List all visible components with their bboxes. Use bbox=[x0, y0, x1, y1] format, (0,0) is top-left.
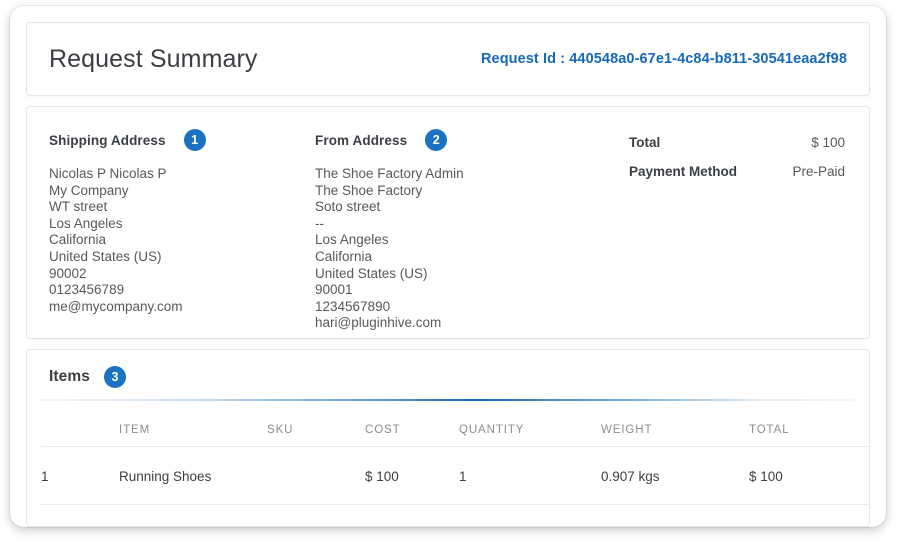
address-line: Los Angeles bbox=[315, 232, 389, 248]
items-header: Items 3 bbox=[27, 350, 869, 388]
address-line: Soto street bbox=[315, 199, 381, 215]
column-header-index bbox=[41, 401, 119, 447]
payment-method-value: Pre-Paid bbox=[792, 164, 845, 179]
column-header-cost: COST bbox=[365, 401, 459, 447]
column-header-sku: SKU bbox=[267, 401, 365, 447]
address-line: United States (US) bbox=[315, 265, 428, 281]
items-table-wrapper: ITEM SKU COST QUANTITY WEIGHT TOTAL 1 Ru… bbox=[27, 401, 869, 505]
address-line: 90002 bbox=[49, 265, 87, 281]
order-summary-block: Total $ 100 Payment Method Pre-Paid bbox=[615, 129, 847, 338]
shipping-address-header: Shipping Address 1 bbox=[49, 129, 315, 151]
request-id-label: Request Id : 440548a0-67e1-4c84-b811-305… bbox=[480, 51, 847, 67]
address-line-email: hari@pluginhive.com bbox=[315, 315, 442, 331]
address-line: 0123456789 bbox=[49, 282, 125, 298]
address-line: California bbox=[315, 248, 373, 264]
address-line: Nicolas P Nicolas P bbox=[49, 166, 167, 181]
address-line: 1234567890 bbox=[315, 298, 391, 314]
table-row: 1 Running Shoes $ 100 1 0.907 kgs $ 100 bbox=[41, 446, 869, 505]
cell-cost: $ 100 bbox=[365, 446, 459, 505]
request-summary-card: Request Summary Request Id : 440548a0-67… bbox=[10, 6, 886, 527]
column-header-item: ITEM bbox=[119, 401, 267, 447]
from-address-lines: The Shoe Factory Admin The Shoe Factory … bbox=[315, 166, 615, 332]
address-line: My Company bbox=[49, 182, 129, 198]
column-header-total: TOTAL bbox=[749, 401, 869, 447]
items-table: ITEM SKU COST QUANTITY WEIGHT TOTAL 1 Ru… bbox=[41, 401, 869, 505]
page-title: Request Summary bbox=[49, 44, 258, 73]
address-line: The Shoe Factory Admin bbox=[315, 166, 464, 181]
cell-quantity: 1 bbox=[459, 446, 601, 505]
address-line: United States (US) bbox=[49, 248, 162, 264]
items-table-header-row: ITEM SKU COST QUANTITY WEIGHT TOTAL bbox=[41, 401, 869, 447]
address-line: Los Angeles bbox=[49, 215, 123, 231]
address-panel: Shipping Address 1 Nicolas P Nicolas P M… bbox=[26, 106, 870, 339]
header-panel: Request Summary Request Id : 440548a0-67… bbox=[26, 22, 870, 96]
total-label: Total bbox=[629, 135, 661, 150]
shipping-address-block: Shipping Address 1 Nicolas P Nicolas P M… bbox=[49, 129, 315, 338]
address-line: -- bbox=[315, 215, 324, 231]
shipping-address-lines: Nicolas P Nicolas P My Company WT street… bbox=[49, 166, 315, 315]
step-badge-2: 2 bbox=[425, 129, 448, 151]
summary-row-total: Total $ 100 bbox=[629, 135, 847, 150]
summary-row-payment-method: Payment Method Pre-Paid bbox=[629, 164, 847, 179]
from-address-header: From Address 2 bbox=[315, 129, 615, 151]
page-root: Request Summary Request Id : 440548a0-67… bbox=[0, 0, 900, 541]
address-line: California bbox=[49, 232, 107, 248]
address-line: WT street bbox=[49, 199, 108, 215]
shipping-address-heading: Shipping Address bbox=[49, 132, 166, 148]
address-line: The Shoe Factory bbox=[315, 182, 423, 198]
column-header-weight: WEIGHT bbox=[601, 401, 749, 447]
step-badge-1: 1 bbox=[183, 129, 206, 151]
address-line-email: me@mycompany.com bbox=[49, 298, 183, 314]
items-heading: Items bbox=[49, 368, 90, 385]
total-value: $ 100 bbox=[811, 135, 845, 150]
step-badge-3: 3 bbox=[104, 366, 126, 388]
cell-total: $ 100 bbox=[749, 446, 869, 505]
cell-weight: 0.907 kgs bbox=[601, 446, 749, 505]
items-panel: Items 3 ITEM SKU COST QUANTITY WEIGHT TO… bbox=[26, 349, 870, 527]
from-address-block: From Address 2 The Shoe Factory Admin Th… bbox=[315, 129, 615, 338]
address-line: 90001 bbox=[315, 282, 353, 298]
cell-sku bbox=[267, 446, 365, 505]
payment-method-label: Payment Method bbox=[629, 164, 738, 179]
column-header-quantity: QUANTITY bbox=[459, 401, 601, 447]
from-address-heading: From Address bbox=[315, 132, 408, 148]
cell-item: Running Shoes bbox=[119, 446, 267, 505]
cell-index: 1 bbox=[41, 446, 119, 505]
